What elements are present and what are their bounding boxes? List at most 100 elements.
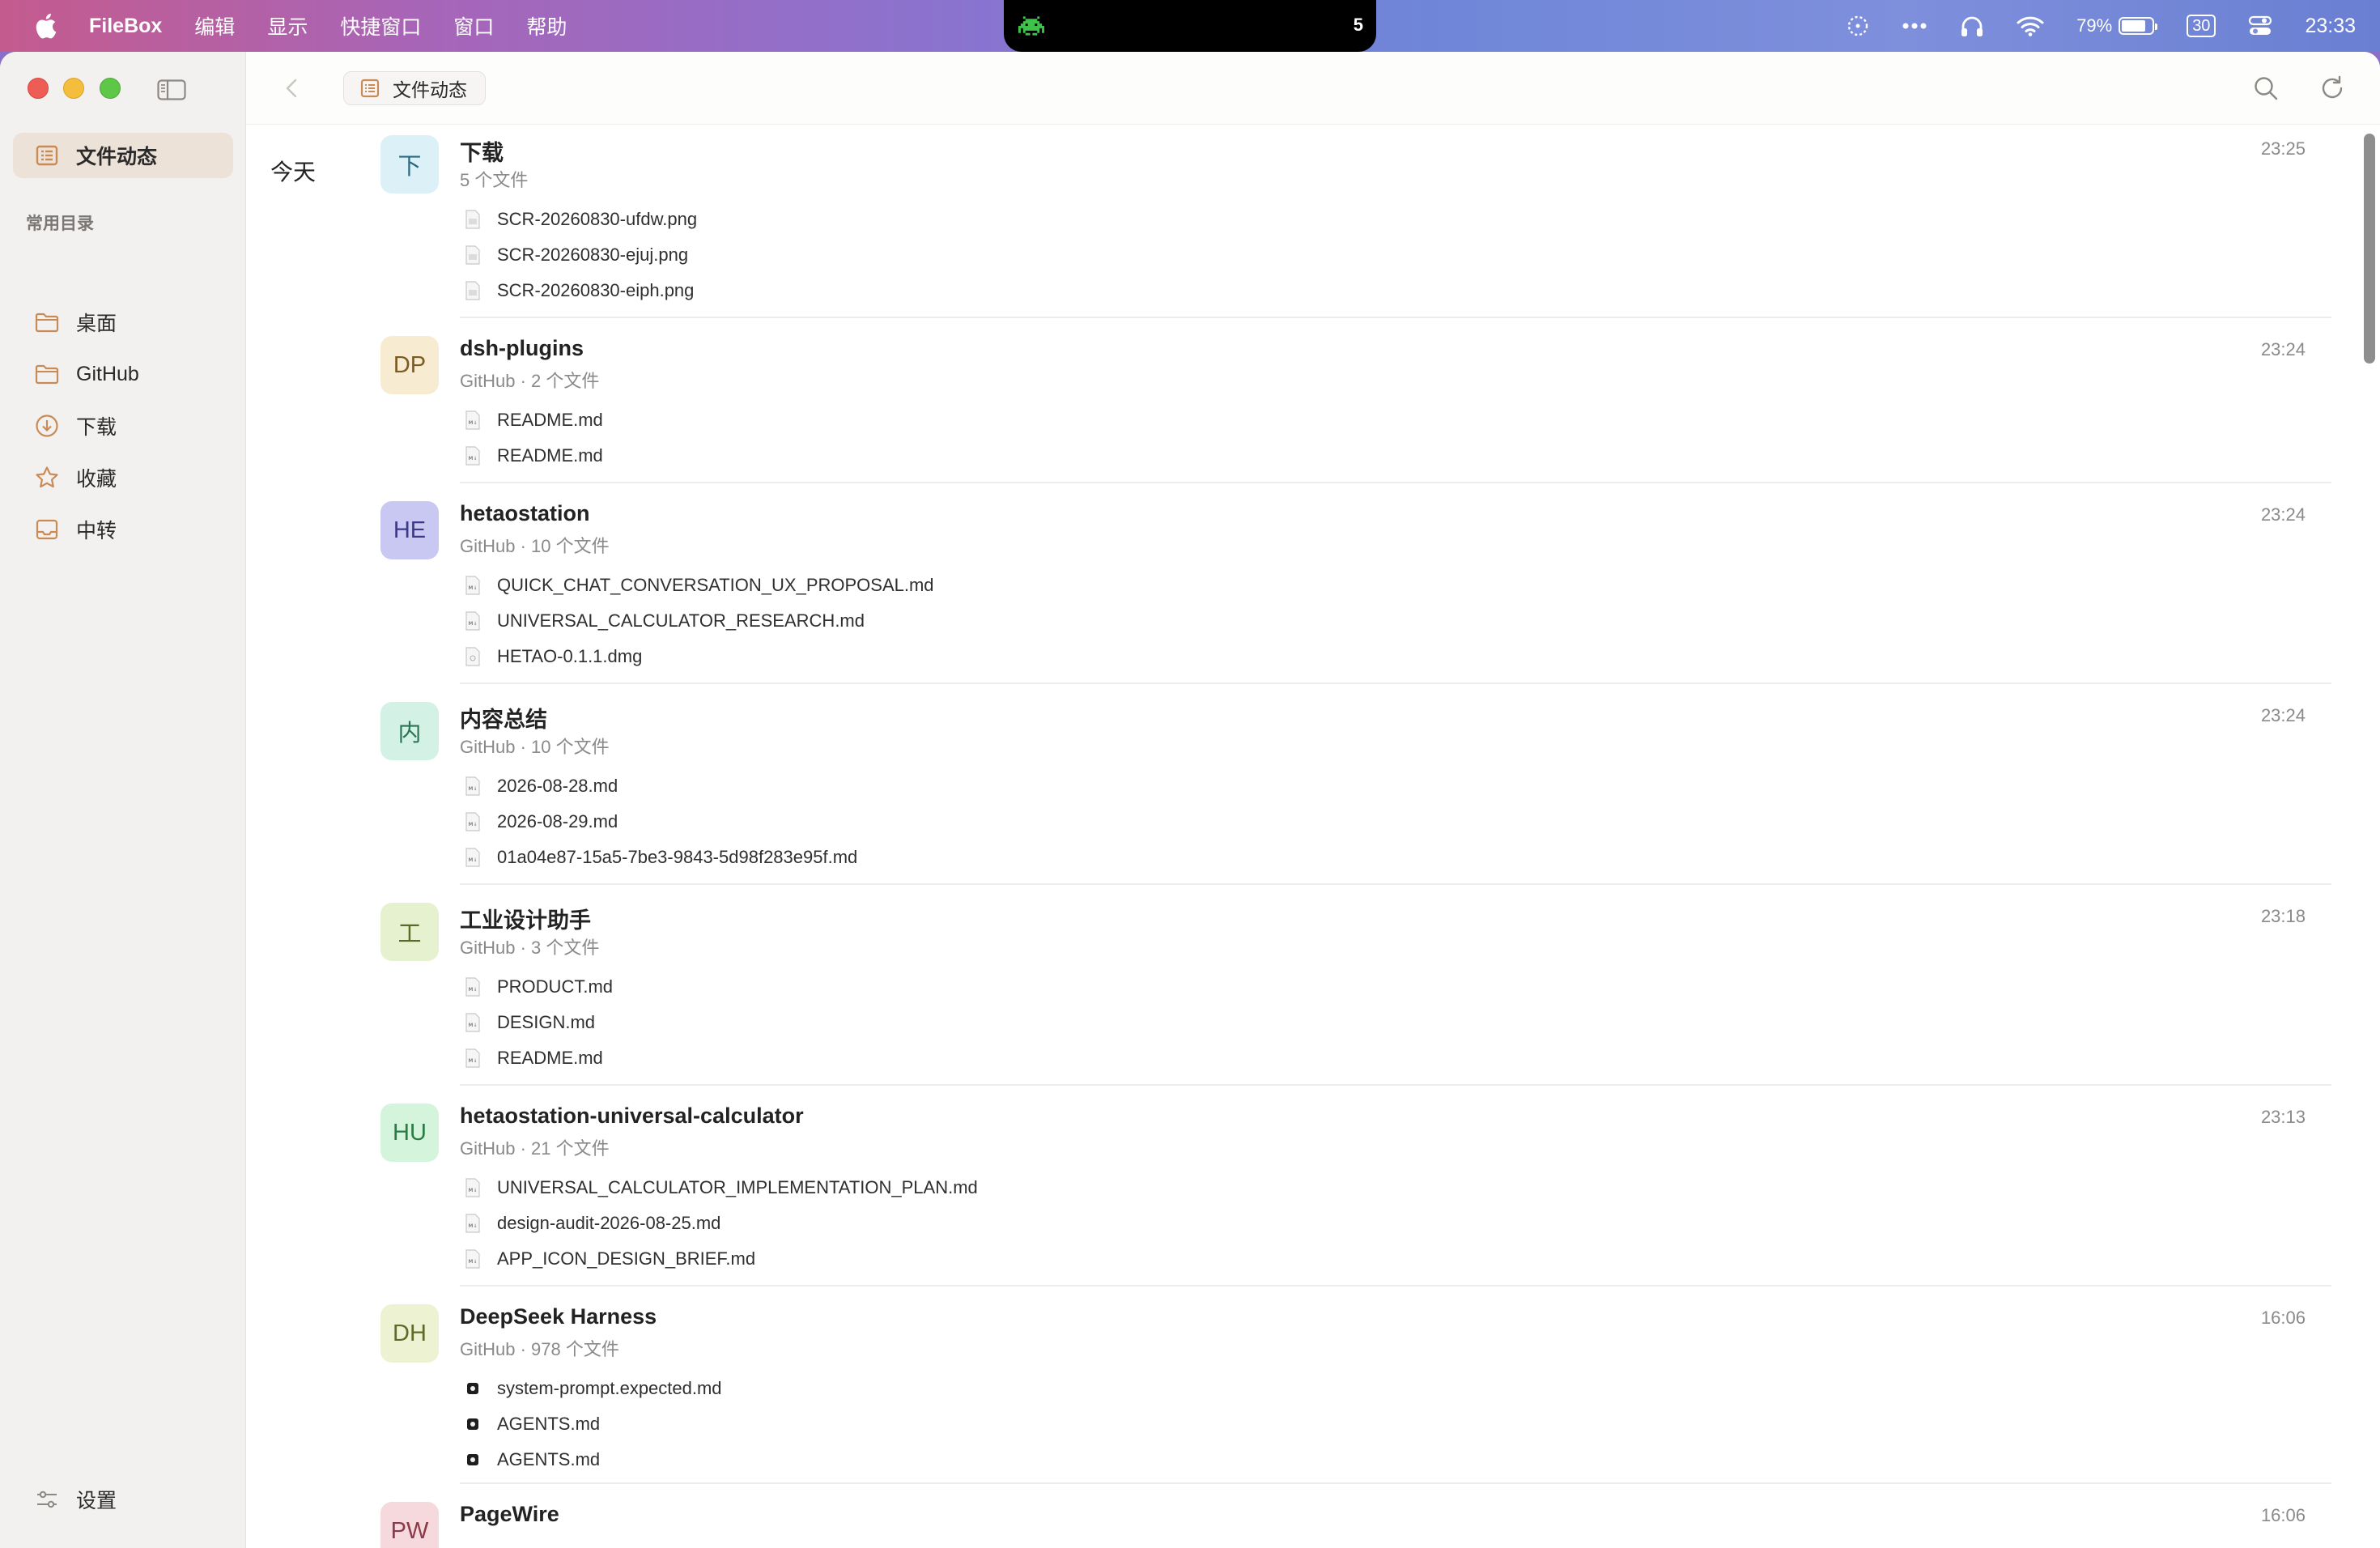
menu-quick-window[interactable]: 快捷窗口 [340,11,421,40]
group-title[interactable]: PageWire [460,1502,559,1527]
sidebar-item-file-activity[interactable]: 文件动态 [13,133,233,178]
refresh-icon[interactable] [2318,74,2346,102]
file-row[interactable]: M↓ README.md [460,402,603,438]
svg-text:M↓: M↓ [469,1058,478,1064]
svg-text:M↓: M↓ [469,621,478,627]
file-row[interactable]: M↓ README.md [460,438,603,474]
focus-status-icon[interactable] [1847,15,1869,37]
file-name: README.md [497,445,603,466]
group-avatar: HE [380,501,439,559]
svg-text:M↓: M↓ [469,786,478,792]
sidebar-item-transfer[interactable]: 中转 [13,507,233,552]
group-title[interactable]: 工业设计助手 [460,903,591,934]
scrollbar-thumb[interactable] [2364,134,2375,364]
file-name: AGENTS.md [497,1414,601,1434]
sidebar-toggle-icon[interactable] [157,79,186,100]
wifi-icon[interactable] [2017,15,2044,36]
svg-text:M↓: M↓ [469,822,478,827]
sidebar-item-downloads[interactable]: 下载 [13,403,233,449]
file-row[interactable]: M↓ design-audit-2026-08-25.md [460,1206,978,1241]
file-name: SCR-20260830-ejuj.png [497,245,689,265]
sidebar-settings-button[interactable]: 设置 [13,1477,233,1522]
sidebar-section-title: 常用目录 [26,215,94,233]
file-row[interactable]: SCR-20260830-ejuj.png [460,237,697,273]
menu-window[interactable]: 窗口 [453,11,494,40]
group-title[interactable]: dsh-plugins [460,336,584,361]
file-name: PRODUCT.md [497,976,614,997]
sidebar-item-github[interactable]: GitHub [13,351,233,397]
control-center-icon[interactable] [2248,15,2272,37]
group-time: 23:24 [2260,339,2306,359]
group-avatar: PW [380,1502,439,1548]
group-time: 23:25 [2260,138,2306,159]
file-name: system-prompt.expected.md [497,1378,722,1398]
file-row[interactable]: M↓ QUICK_CHAT_CONVERSATION_UX_PROPOSAL.m… [460,568,934,603]
file-row[interactable]: M↓ PRODUCT.md [460,969,613,1005]
sidebar-item-favorites[interactable]: 收藏 [13,455,233,500]
file-row[interactable]: HETAO-0.1.1.dmg [460,639,934,674]
group-divider [460,1285,2331,1286]
file-row[interactable]: AGENTS.md [460,1442,722,1478]
file-row[interactable]: M↓ UNIVERSAL_CALCULATOR_IMPLEMENTATION_P… [460,1170,978,1206]
menu-view[interactable]: 显示 [267,11,308,40]
file-name: APP_ICON_DESIGN_BRIEF.md [497,1248,756,1269]
window-zoom-button[interactable] [100,78,121,99]
svg-text:M↓: M↓ [469,857,478,863]
sidebar-item-label: GitHub [76,362,139,385]
window-close-button[interactable] [28,78,49,99]
group-title[interactable]: hetaostation-universal-calculator [460,1104,804,1129]
menu-help[interactable]: 帮助 [526,11,567,40]
file-name: HETAO-0.1.1.dmg [497,646,643,666]
group-subtitle: 5 个文件 [460,170,529,190]
group-title[interactable]: DeepSeek Harness [460,1304,657,1329]
breadcrumb[interactable]: 文件动态 [343,71,486,105]
svg-text:M↓: M↓ [469,585,478,591]
file-row[interactable]: M↓ DESIGN.md [460,1005,613,1040]
file-row[interactable]: SCR-20260830-eiph.png [460,273,697,308]
battery-icon[interactable] [2119,17,2158,35]
sidebar-item-label: 文件动态 [76,146,158,168]
file-row[interactable]: M↓ 01a04e87-15a5-7be3-9843-5d98f283e95f.… [460,840,857,875]
group-title[interactable]: 内容总结 [460,702,547,734]
download-icon [36,415,58,437]
file-name: QUICK_CHAT_CONVERSATION_UX_PROPOSAL.md [497,575,934,595]
space-invader-icon[interactable] [1018,16,1044,36]
markdown-file-icon: M↓ [465,1178,480,1197]
svg-text:M↓: M↓ [469,1259,478,1265]
notch-counter: 5 [1353,15,1363,35]
menu-bar: FileBox 编辑 显示 快捷窗口 窗口 帮助 5 79% 30 23:33 [0,0,2380,52]
group-title[interactable]: 下载 [460,135,504,167]
file-row[interactable]: M↓ 2026-08-28.md [460,768,857,804]
apple-icon[interactable] [34,13,57,39]
file-row[interactable]: M↓ UNIVERSAL_CALCULATOR_RESEARCH.md [460,603,934,639]
markdown-file-icon: M↓ [465,410,480,430]
menu-clock[interactable]: 23:33 [2305,15,2356,38]
image-file-icon [465,245,480,265]
file-row[interactable]: SCR-20260830-ufdw.png [460,202,697,237]
group-title[interactable]: hetaostation [460,501,590,526]
markdown-file-icon: M↓ [465,1249,480,1269]
menu-app-name[interactable]: FileBox [89,15,162,38]
headphones-icon[interactable] [1960,15,1984,37]
group-time: 16:06 [2260,1505,2306,1525]
file-row[interactable]: M↓ APP_ICON_DESIGN_BRIEF.md [460,1241,978,1277]
group-subtitle: GitHub · 2 个文件 [460,371,600,391]
group-time: 23:13 [2260,1107,2306,1127]
more-dots-icon[interactable] [1902,22,1927,30]
sidebar-item-desktop[interactable]: 桌面 [13,300,233,345]
star-icon [36,466,58,488]
group-avatar: 下 [380,135,439,194]
file-row[interactable]: system-prompt.expected.md [460,1371,722,1406]
day-section-label: 今天 [270,159,317,185]
window-minimize-button[interactable] [63,78,84,99]
folder-icon [35,364,59,385]
search-icon[interactable] [2252,74,2280,102]
file-row[interactable]: M↓ 2026-08-29.md [460,804,857,840]
calendar-day-badge[interactable]: 30 [2187,15,2216,37]
file-list: M↓ README.md M↓ README.md [460,402,603,474]
file-row[interactable]: AGENTS.md [460,1406,722,1442]
back-chevron-icon[interactable] [280,76,304,100]
file-name: SCR-20260830-eiph.png [497,280,695,300]
file-row[interactable]: M↓ README.md [460,1040,613,1076]
menu-edit[interactable]: 编辑 [194,11,235,40]
